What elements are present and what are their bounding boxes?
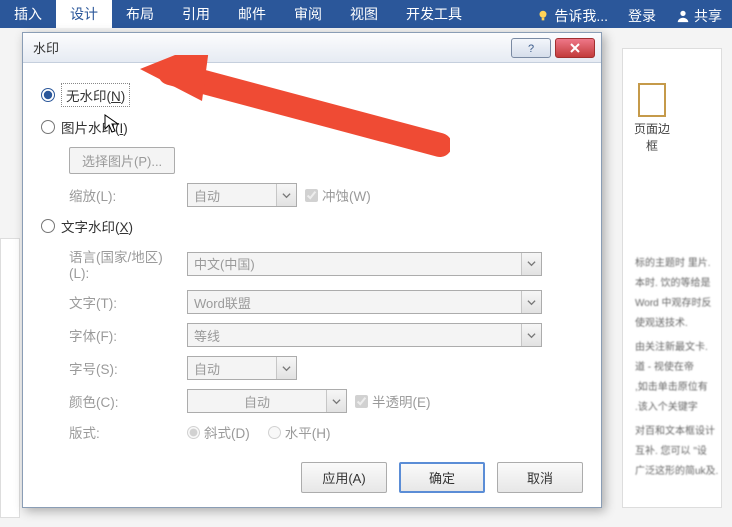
login[interactable]: 登录 (618, 0, 666, 28)
tab-layout[interactable]: 布局 (112, 0, 168, 28)
font-value: 等线 (188, 326, 521, 345)
language-label: 语言(国家/地区)(L): (69, 246, 179, 281)
text-value: Word联盟 (188, 293, 521, 312)
font-label: 字体(F): (69, 325, 179, 345)
scale-value: 自动 (188, 186, 276, 205)
layout-horizontal[interactable]: 水平(H) (268, 422, 331, 442)
radio-picture-watermark-label[interactable]: 图片水印(I) (61, 117, 128, 137)
scale-combo[interactable]: 自动 (187, 183, 297, 207)
dialog-title: 水印 (33, 38, 507, 57)
semitransparent-label: 半透明(E) (372, 391, 431, 411)
chevron-down-icon (326, 390, 346, 412)
page-border-icon (638, 83, 666, 117)
watermark-dialog: 水印 ? 无水印(N) 图片水印(I) 选择图片(P)... 缩放(L): 自动 (22, 32, 602, 508)
share-label: 共享 (694, 6, 722, 26)
share[interactable]: 共享 (666, 0, 732, 28)
layout-label: 版式: (69, 422, 179, 442)
layout-diagonal[interactable]: 斜式(D) (187, 422, 250, 442)
chevron-down-icon (276, 184, 296, 206)
color-value: 自动 (188, 392, 326, 411)
radio-picture-watermark-row[interactable]: 图片水印(I) (41, 117, 583, 137)
apply-button[interactable]: 应用(A) (301, 462, 387, 493)
ok-button[interactable]: 确定 (399, 462, 485, 493)
chevron-down-icon (521, 253, 541, 275)
washout-label: 冲蚀(W) (322, 185, 371, 205)
washout-checkbox[interactable]: 冲蚀(W) (305, 185, 371, 205)
tell-me-label: 告诉我... (554, 6, 608, 26)
radio-text-watermark-label[interactable]: 文字水印(X) (61, 216, 133, 236)
size-combo[interactable]: 自动 (187, 356, 297, 380)
size-value: 自动 (188, 359, 276, 378)
ribbon: 插入 设计 布局 引用 邮件 审阅 视图 开发工具 告诉我... 登录 共享 (0, 0, 732, 28)
tab-view[interactable]: 视图 (336, 0, 392, 28)
radio-text-watermark[interactable] (41, 219, 55, 233)
washout-check[interactable] (305, 189, 318, 202)
color-label: 颜色(C): (69, 391, 179, 411)
tab-references[interactable]: 引用 (168, 0, 224, 28)
radio-no-watermark-label[interactable]: 无水印(N) (61, 83, 130, 107)
dialog-titlebar[interactable]: 水印 ? (23, 33, 601, 63)
text-label: 文字(T): (69, 292, 179, 312)
select-picture-button[interactable]: 选择图片(P)... (69, 147, 175, 174)
tell-me[interactable]: 告诉我... (526, 0, 618, 28)
page-border-button[interactable]: 页面边框 (632, 83, 672, 154)
language-combo[interactable]: 中文(中国) (187, 252, 542, 276)
tab-review[interactable]: 审阅 (280, 0, 336, 28)
close-button[interactable] (555, 38, 595, 58)
cancel-button[interactable]: 取消 (497, 462, 583, 493)
tab-developer[interactable]: 开发工具 (392, 0, 476, 28)
radio-picture-watermark[interactable] (41, 120, 55, 134)
semitransparent-check[interactable] (355, 395, 368, 408)
chevron-down-icon (521, 291, 541, 313)
tab-design[interactable]: 设计 (56, 0, 112, 28)
chevron-down-icon (521, 324, 541, 346)
size-label: 字号(S): (69, 358, 179, 378)
svg-text:?: ? (528, 43, 534, 54)
radio-no-watermark[interactable] (41, 88, 55, 102)
page-border-label: 页面边框 (634, 122, 670, 153)
tab-mailings[interactable]: 邮件 (224, 0, 280, 28)
chevron-down-icon (276, 357, 296, 379)
scale-label: 缩放(L): (69, 185, 179, 205)
help-button[interactable]: ? (511, 38, 551, 58)
color-combo[interactable]: 自动 (187, 389, 347, 413)
semitransparent-checkbox[interactable]: 半透明(E) (355, 391, 431, 411)
text-combo[interactable]: Word联盟 (187, 290, 542, 314)
tab-insert[interactable]: 插入 (0, 0, 56, 28)
dialog-button-row: 应用(A) 确定 取消 (301, 462, 583, 493)
language-value: 中文(中国) (188, 254, 521, 273)
bulb-icon (536, 9, 550, 23)
font-combo[interactable]: 等线 (187, 323, 542, 347)
radio-text-watermark-row[interactable]: 文字水印(X) (41, 216, 583, 236)
person-icon (676, 9, 690, 23)
radio-no-watermark-row[interactable]: 无水印(N) (41, 83, 583, 107)
